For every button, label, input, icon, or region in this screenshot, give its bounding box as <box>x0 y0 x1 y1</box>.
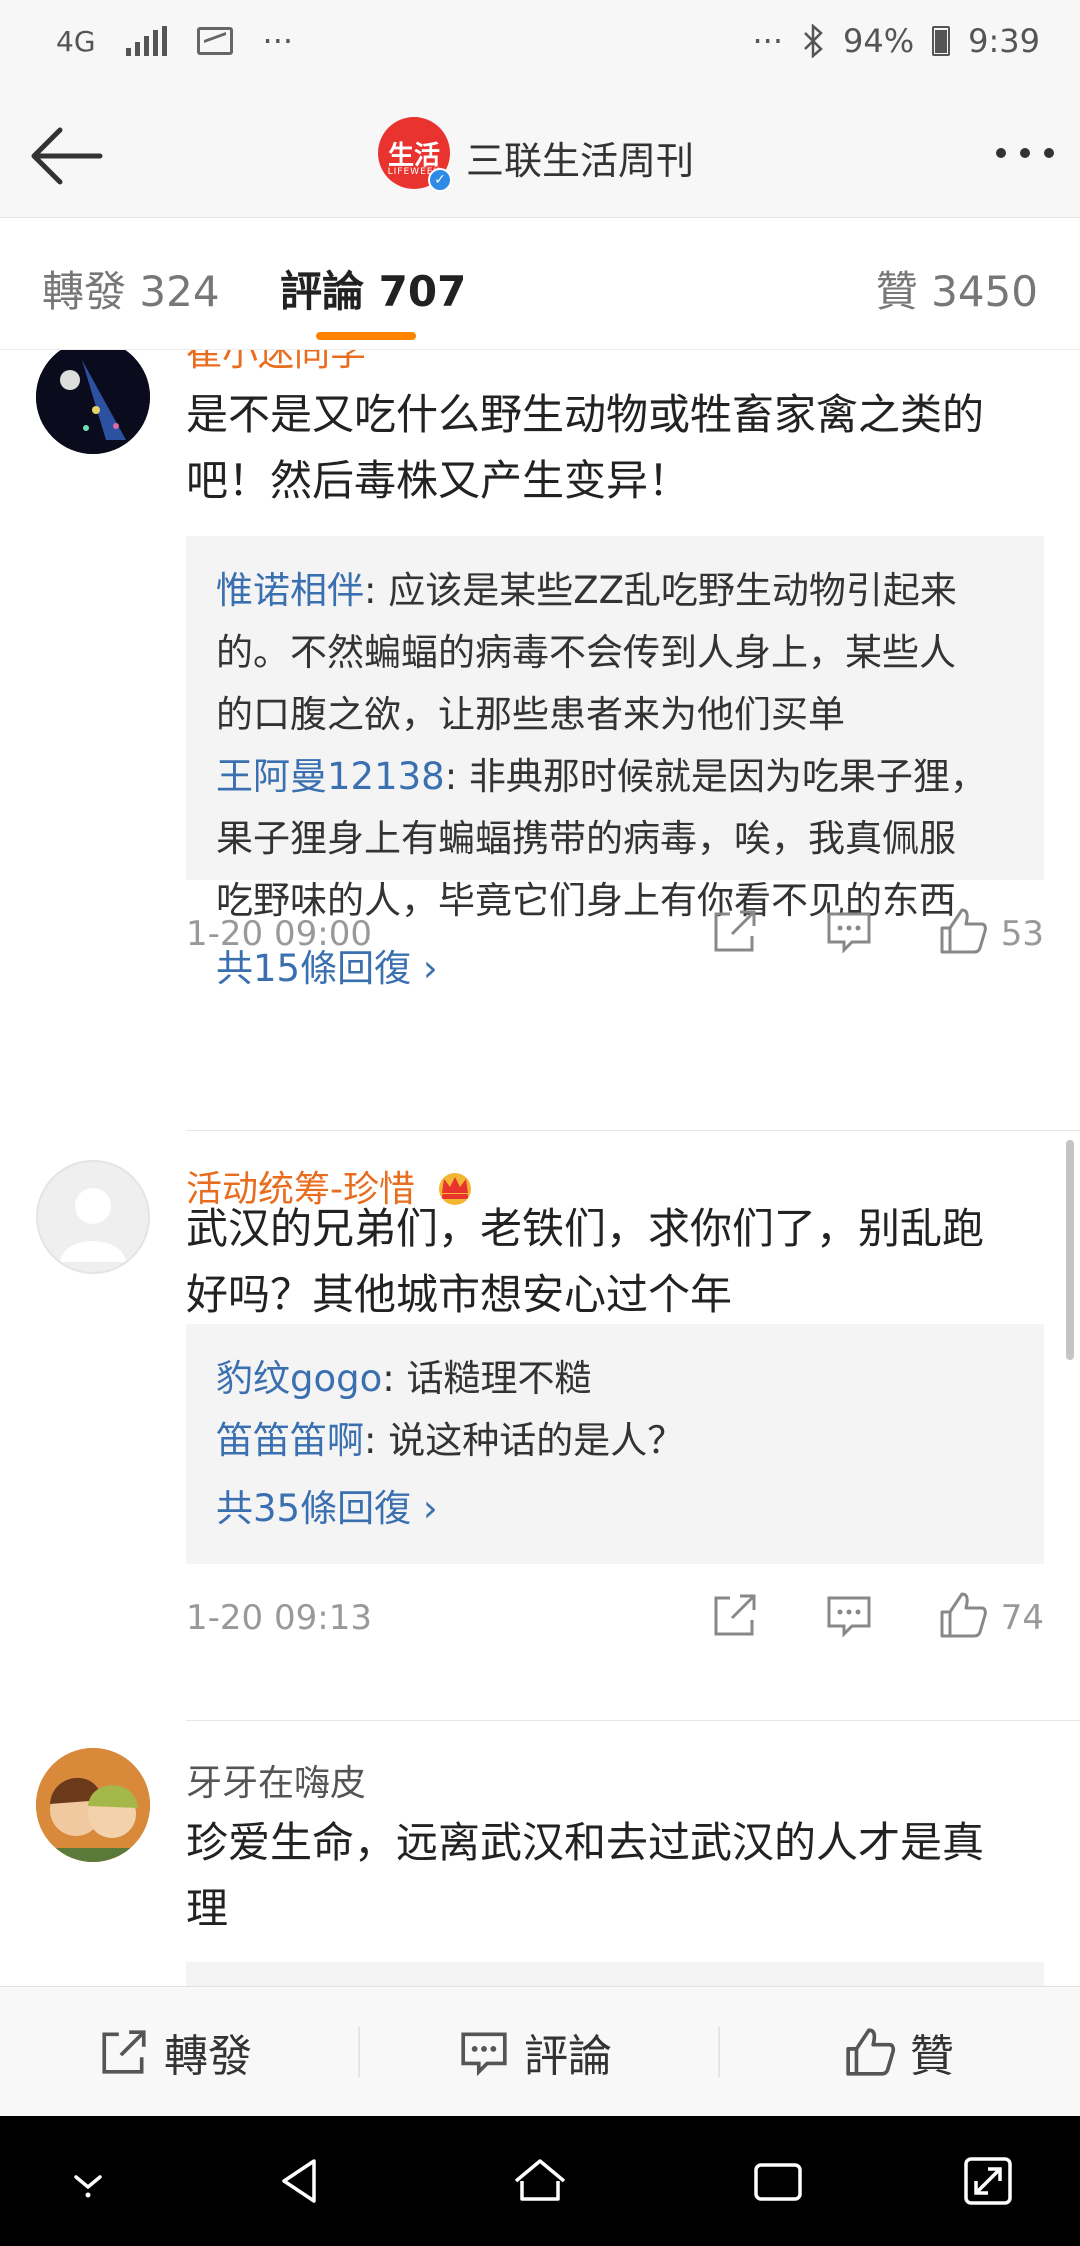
share-icon[interactable] <box>710 906 760 956</box>
scrollbar-thumb[interactable] <box>1066 1140 1074 1360</box>
user-avatar[interactable] <box>36 1748 150 1862</box>
back-arrow-icon[interactable] <box>26 116 106 196</box>
tab-comments-label: 評論 <box>280 267 365 316</box>
recent-apps-icon[interactable] <box>748 2151 808 2211</box>
default-avatar-image <box>60 1188 126 1262</box>
divider <box>718 2027 720 2077</box>
repost-icon <box>102 2030 146 2074</box>
battery-icon <box>932 26 951 56</box>
reply-text: 果子狸身上有蝙蝠携带的病毒，唉，我真佩服 <box>216 817 956 860</box>
avatar-image <box>36 350 150 454</box>
comment-timestamp: 1-20 09:00 <box>186 914 372 954</box>
comment-actions: 1-20 09:13 74 <box>186 1590 1044 1650</box>
like-count: 53 <box>1000 914 1044 954</box>
like-count: 74 <box>1000 1598 1044 1638</box>
tab-likes[interactable]: 贊 3450 <box>876 258 1038 319</box>
more-replies-link[interactable]: 共35條回復 › <box>216 1478 1014 1540</box>
comment-label: 評論 <box>524 2031 612 2082</box>
reply-preview-box[interactable] <box>186 1962 1044 1986</box>
comment-tabs: 轉發 324 評論 707 贊 3450 <box>0 218 1080 350</box>
verified-badge-icon: ✓ <box>428 168 452 192</box>
back-nav-icon[interactable] <box>270 2151 330 2211</box>
comment-text-line: 是不是又吃什么野生动物或牲畜家禽之类的 <box>186 390 985 439</box>
bluetooth-icon <box>804 24 823 58</box>
reply-text: : 话糙理不糙 <box>382 1357 592 1400</box>
share-icon[interactable] <box>710 1590 760 1640</box>
chevron-down-icon[interactable] <box>58 2151 118 2211</box>
tab-comments-count: 707 <box>378 267 467 316</box>
reply-preview-box[interactable]: 惟诺相伴: 应该是某些ZZ乱吃野生动物引起来 的。不然蝙蝠的病毒不会传到人身上，… <box>186 536 1044 990</box>
status-overflow-right: ··· <box>752 22 784 60</box>
bottom-action-bar: 轉發 評論 贊 <box>0 1986 1080 2116</box>
comment-text-line: 吧！然后毒株又产生变异！ <box>186 456 691 505</box>
user-avatar[interactable] <box>36 1160 150 1274</box>
divider <box>358 2027 360 2077</box>
repost-button[interactable]: 轉發 <box>98 1987 252 2117</box>
divider <box>186 1720 1080 1721</box>
comment-actions: 1-20 09:00 53 <box>186 906 1044 966</box>
user-avatar[interactable] <box>36 350 150 454</box>
image-notification-icon <box>196 27 233 55</box>
comment-text-line: 武汉的兄弟们，老铁们，求你们了，别乱跑 <box>186 1204 985 1253</box>
like-icon[interactable] <box>938 1590 988 1640</box>
account-name[interactable]: 三联生活周刊 <box>466 130 694 185</box>
comment-username[interactable]: 崔小迷同学 <box>186 350 366 376</box>
comment-text-line: 珍爱生命，远离武汉和去过武汉的人才是真 <box>186 1818 985 1867</box>
reply-item: 惟诺相伴: 应该是某些ZZ乱吃野生动物引起来 的。不然蝙蝠的病毒不会传到人身上，… <box>216 560 1014 746</box>
reply-preview-box[interactable]: 豹纹gogo: 话糙理不糙 笛笛笛啊: 说这种话的是人？ 共35條回復 › <box>186 1324 1044 1564</box>
comment-icon <box>461 2032 507 2077</box>
comment-text: 武汉的兄弟们，老铁们，求你们了，别乱跑 好吗？其他城市想安心过个年 <box>186 1196 1046 1328</box>
reply-item: 王阿曼12138: 非典那时候就是因为吃果子狸， 果子狸身上有蝙蝠携带的病毒，唉… <box>216 746 1014 932</box>
comment-button[interactable]: 評論 <box>458 1987 612 2117</box>
repost-label: 轉發 <box>164 2031 252 2082</box>
reply-text: : 说这种话的是人？ <box>364 1419 685 1462</box>
status-bar: 4G ··· ··· 94% 9:39 <box>0 0 1080 90</box>
active-tab-indicator <box>316 332 416 340</box>
comment-list[interactable]: 崔小迷同学 是不是又吃什么野生动物或牲畜家禽之类的 吧！然后毒株又产生变异！ 惟… <box>0 350 1080 1986</box>
reply-text: 的。不然蝙蝠的病毒不会传到人身上，某些人 <box>216 631 956 674</box>
reply-username[interactable]: 豹纹gogo <box>216 1357 382 1400</box>
divider <box>186 1130 1080 1131</box>
tab-repost-label: 轉發 <box>42 267 127 316</box>
reply-text: : 应该是某些ZZ乱吃野生动物引起来 <box>364 569 957 612</box>
tab-repost-count: 324 <box>139 267 220 316</box>
comment-username[interactable]: 牙牙在嗨皮 <box>186 1754 366 1806</box>
avatar-image <box>36 1748 150 1862</box>
reply-item: 笛笛笛啊: 说这种话的是人？ <box>216 1410 1014 1472</box>
tab-comments[interactable]: 評論 707 <box>280 258 466 319</box>
comment-text: 是不是又吃什么野生动物或牲畜家禽之类的 吧！然后毒株又产生变异！ <box>186 382 1046 514</box>
reply-icon[interactable] <box>824 1590 874 1640</box>
like-button[interactable]: 贊 <box>844 1987 954 2117</box>
expand-screen-icon[interactable] <box>958 2151 1018 2211</box>
status-overflow-left: ··· <box>262 22 294 60</box>
network-indicator: 4G <box>56 24 96 58</box>
comment-text: 珍爱生命，远离武汉和去过武汉的人才是真 理 <box>186 1810 1046 1942</box>
tab-likes-count: 3450 <box>931 267 1038 316</box>
reply-item: 豹纹gogo: 话糙理不糙 <box>216 1348 1014 1410</box>
top-header: 生活 LIFEWEEK ✓ 三联生活周刊 <box>0 90 1080 218</box>
signal-icon <box>125 26 167 56</box>
reply-username[interactable]: 笛笛笛啊 <box>216 1419 364 1462</box>
like-icon <box>846 2028 896 2076</box>
comment-text-line: 好吗？其他城市想安心过个年 <box>186 1270 733 1319</box>
more-options-icon[interactable] <box>996 148 1054 158</box>
home-nav-icon[interactable] <box>510 2151 570 2211</box>
reply-text: : 非典那时候就是因为吃果子狸， <box>444 755 987 798</box>
reply-username[interactable]: 惟诺相伴 <box>216 569 364 612</box>
like-label: 贊 <box>910 2031 954 2082</box>
tab-repost[interactable]: 轉發 324 <box>42 258 220 319</box>
logo-text: 生活 <box>387 140 440 171</box>
clock: 9:39 <box>968 22 1040 60</box>
reply-icon[interactable] <box>824 906 874 956</box>
reply-text: 的口腹之欲，让那些患者来为他们买单 <box>216 693 845 736</box>
comment-text-line: 理 <box>186 1884 229 1933</box>
tab-likes-label: 贊 <box>875 267 918 316</box>
comment-timestamp: 1-20 09:13 <box>186 1598 372 1638</box>
reply-username[interactable]: 王阿曼12138 <box>216 755 445 798</box>
battery-percent: 94% <box>843 22 915 60</box>
like-icon[interactable] <box>938 906 988 956</box>
system-navigation-bar <box>0 2116 1080 2246</box>
